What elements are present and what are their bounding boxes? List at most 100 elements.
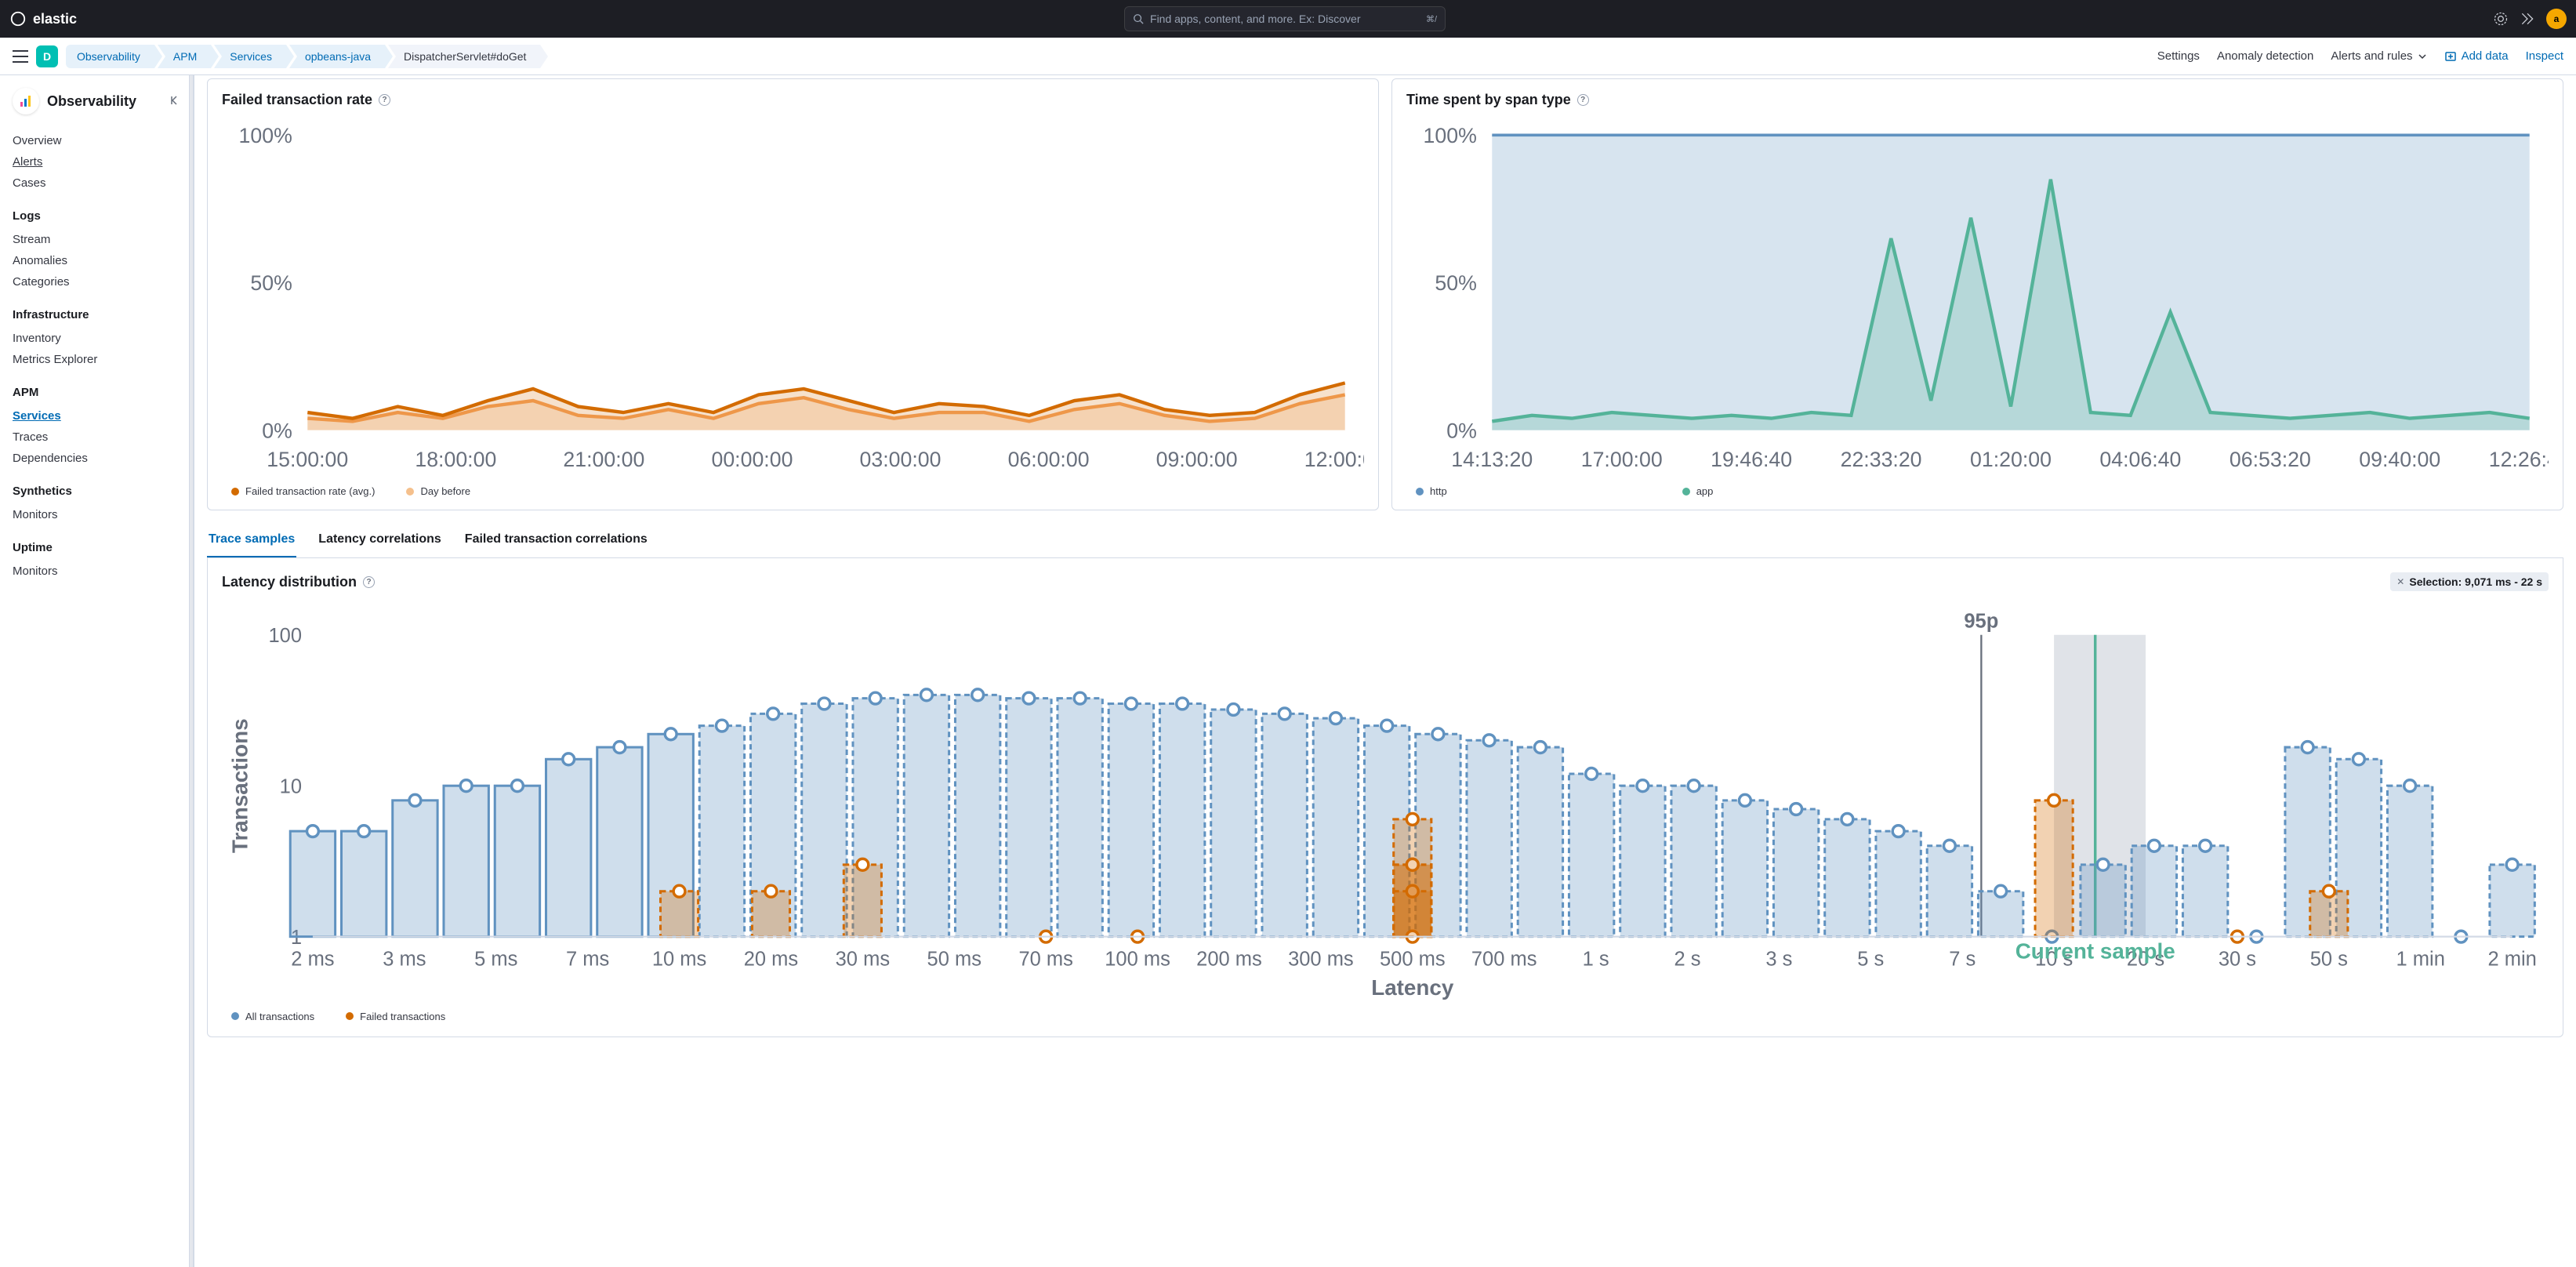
nav-alerts[interactable]: Alerts <box>13 151 181 172</box>
app-header: elastic Find apps, content, and more. Ex… <box>0 0 2576 38</box>
breadcrumb-service-name[interactable]: opbeans-java <box>289 45 385 68</box>
breadcrumb-services[interactable]: Services <box>214 45 286 68</box>
settings-link[interactable]: Settings <box>2157 49 2200 63</box>
user-avatar[interactable]: a <box>2546 9 2567 29</box>
svg-text:50%: 50% <box>1435 271 1476 295</box>
svg-text:18:00:00: 18:00:00 <box>415 448 496 471</box>
sidebar-scrollbar[interactable] <box>189 75 194 1267</box>
svg-text:200 ms: 200 ms <box>1196 949 1262 971</box>
svg-text:5 ms: 5 ms <box>474 949 517 971</box>
svg-text:100%: 100% <box>1424 124 1477 147</box>
latency-dist-chart[interactable]: Transactions1101002 ms3 ms5 ms7 ms10 ms2… <box>222 602 2549 1002</box>
nav-inventory[interactable]: Inventory <box>13 328 181 349</box>
nav-traces[interactable]: Traces <box>13 427 181 448</box>
legend-http[interactable]: http <box>1416 485 1447 497</box>
svg-text:5 s: 5 s <box>1857 949 1884 971</box>
nav-services[interactable]: Services <box>13 405 181 427</box>
news-icon[interactable] <box>2520 11 2535 27</box>
secondary-toolbar: D Observability APM Services opbeans-jav… <box>0 38 2576 75</box>
legend-app[interactable]: app <box>1682 485 1714 497</box>
nav-cases[interactable]: Cases <box>13 172 181 194</box>
tab-trace-samples[interactable]: Trace samples <box>207 525 296 557</box>
legend-all-transactions[interactable]: All transactions <box>231 1011 314 1022</box>
collapse-sidebar-button[interactable] <box>169 94 181 109</box>
clear-selection-icon[interactable]: ✕ <box>2396 576 2404 587</box>
span-time-chart[interactable]: 0%50%100%14:13:2017:00:0019:46:4022:33:2… <box>1406 116 2549 477</box>
nav-group-logs: Logs <box>13 209 181 223</box>
svg-text:2 s: 2 s <box>1674 949 1700 971</box>
nav-categories[interactable]: Categories <box>13 271 181 292</box>
svg-text:3 ms: 3 ms <box>383 949 426 971</box>
failed-rate-title: Failed transaction rate <box>222 92 372 108</box>
svg-text:1 s: 1 s <box>1583 949 1609 971</box>
breadcrumb-observability[interactable]: Observability <box>66 45 154 68</box>
svg-text:04:06:40: 04:06:40 <box>2099 448 2181 471</box>
failed-rate-chart[interactable]: 0%50%100%15:00:0018:00:0021:00:0000:00:0… <box>222 116 1364 477</box>
nav-anomalies[interactable]: Anomalies <box>13 250 181 271</box>
svg-text:20 ms: 20 ms <box>744 949 798 971</box>
svg-text:50%: 50% <box>250 271 292 295</box>
global-search[interactable]: Find apps, content, and more. Ex: Discov… <box>1124 6 1446 31</box>
svg-text:0%: 0% <box>1446 419 1477 442</box>
svg-text:95p: 95p <box>1964 611 1998 633</box>
svg-text:06:53:20: 06:53:20 <box>2230 448 2311 471</box>
svg-text:14:13:20: 14:13:20 <box>1451 448 1533 471</box>
svg-text:7 ms: 7 ms <box>566 949 609 971</box>
svg-text:15:00:00: 15:00:00 <box>267 448 348 471</box>
span-time-card: Time spent by span type ? 0% 50% 100% 14:13… <box>1391 78 2563 510</box>
main-content: Failed transaction rate ? 0%50%100%15:00… <box>194 75 2576 1267</box>
nav-group-infrastructure: Infrastructure <box>13 308 181 321</box>
help-icon[interactable]: ? <box>1577 94 1589 106</box>
search-icon <box>1133 13 1144 24</box>
svg-text:21:00:00: 21:00:00 <box>563 448 644 471</box>
svg-text:10: 10 <box>280 776 302 798</box>
search-shortcut: ⌘/ <box>1426 14 1437 24</box>
nav-toggle-button[interactable] <box>13 50 28 63</box>
svg-text:300 ms: 300 ms <box>1288 949 1354 971</box>
nav-metrics-explorer[interactable]: Metrics Explorer <box>13 349 181 370</box>
sidebar-title: Observability <box>47 93 136 110</box>
inspect-link[interactable]: Inspect <box>2526 49 2563 63</box>
svg-text:2 min: 2 min <box>2487 949 2536 971</box>
trace-tabs: Trace samples Latency correlations Faile… <box>207 525 2563 558</box>
space-selector[interactable]: D <box>36 45 58 67</box>
add-data-icon <box>2444 50 2457 63</box>
latency-dist-card: Latency distribution ? ✕ Selection: 9,07… <box>207 558 2563 1036</box>
nav-stream[interactable]: Stream <box>13 229 181 250</box>
legend-failed-transactions[interactable]: Failed transactions <box>346 1011 445 1022</box>
svg-text:09:00:00: 09:00:00 <box>1156 448 1238 471</box>
svg-text:1 min: 1 min <box>2396 949 2445 971</box>
nav-synthetics-monitors[interactable]: Monitors <box>13 504 181 525</box>
nav-uptime-monitors[interactable]: Monitors <box>13 561 181 582</box>
svg-text:Latency: Latency <box>1371 975 1454 1000</box>
svg-text:100 ms: 100 ms <box>1105 949 1170 971</box>
nav-group-synthetics: Synthetics <box>13 485 181 498</box>
elastic-logo[interactable]: elastic <box>9 10 77 27</box>
nav-dependencies[interactable]: Dependencies <box>13 448 181 469</box>
tab-failed-correlations[interactable]: Failed transaction correlations <box>463 525 649 557</box>
tab-latency-correlations[interactable]: Latency correlations <box>317 525 443 557</box>
breadcrumb-apm[interactable]: APM <box>158 45 211 68</box>
svg-text:700 ms: 700 ms <box>1471 949 1537 971</box>
help-icon[interactable] <box>2493 11 2509 27</box>
legend-failed-avg[interactable]: Failed transaction rate (avg.) <box>231 485 375 497</box>
help-icon[interactable]: ? <box>363 576 375 588</box>
breadcrumbs: Observability APM Services opbeans-java … <box>66 45 543 68</box>
elastic-logo-icon <box>9 10 27 27</box>
alerts-rules-dropdown[interactable]: Alerts and rules <box>2331 49 2426 63</box>
svg-text:70 ms: 70 ms <box>1018 949 1072 971</box>
svg-text:50 ms: 50 ms <box>927 949 981 971</box>
svg-text:12:26:40: 12:26:40 <box>2489 448 2549 471</box>
selection-badge[interactable]: ✕ Selection: 9,071 ms - 22 s <box>2390 572 2549 591</box>
svg-text:50 s: 50 s <box>2310 949 2348 971</box>
legend-day-before[interactable]: Day before <box>406 485 470 497</box>
svg-text:06:00:00: 06:00:00 <box>1008 448 1090 471</box>
nav-overview[interactable]: Overview <box>13 130 181 151</box>
help-icon[interactable]: ? <box>379 94 390 106</box>
svg-text:0%: 0% <box>262 419 292 442</box>
span-time-title: Time spent by span type <box>1406 92 1571 108</box>
anomaly-detection-link[interactable]: Anomaly detection <box>2217 49 2313 63</box>
breadcrumb-transaction: DispatcherServlet#doGet <box>388 45 540 68</box>
add-data-link[interactable]: Add data <box>2444 49 2509 63</box>
observability-icon <box>13 88 39 114</box>
